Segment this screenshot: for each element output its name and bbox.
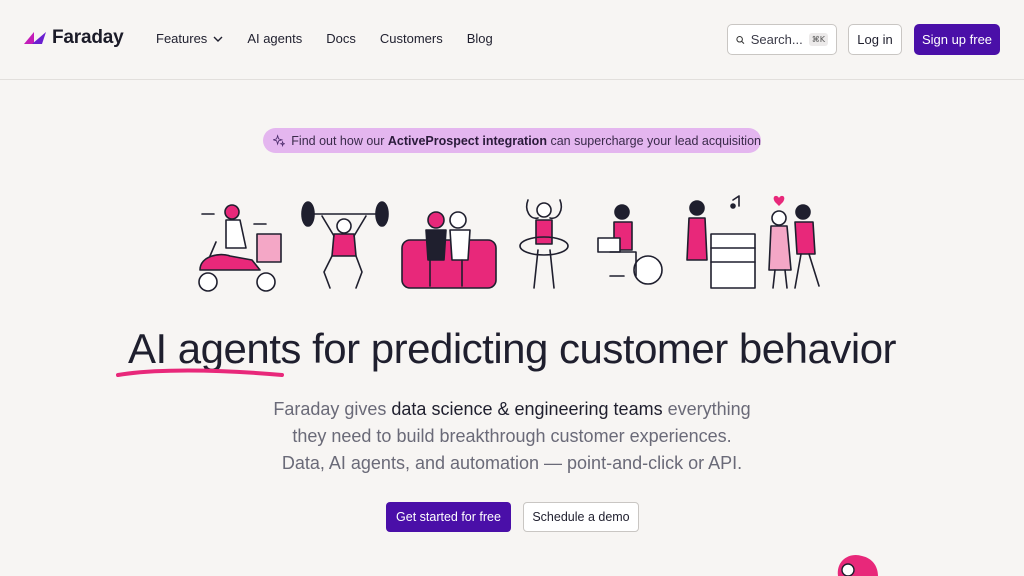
nav-item-ai-agents[interactable]: AI agents (247, 31, 302, 46)
login-button[interactable]: Log in (848, 24, 902, 55)
top-navigation: Faraday Features AI agents Docs Customer… (0, 0, 1024, 80)
brand[interactable]: Faraday (24, 27, 124, 49)
main-menu: Features AI agents Docs Customers Blog (156, 31, 493, 46)
search-icon (736, 35, 745, 44)
peeking-person-illustration (837, 554, 878, 576)
search-button[interactable]: Search... ⌘K (727, 24, 837, 55)
copier-illustration (686, 195, 756, 289)
brand-name: Faraday (52, 27, 124, 48)
hula-hoop-illustration (519, 199, 569, 289)
nav-item-label: Blog (466, 31, 493, 46)
nav-item-docs[interactable]: Docs (326, 31, 356, 46)
couple-couch-illustration (401, 211, 497, 289)
schedule-demo-button[interactable]: Schedule a demo (523, 502, 639, 532)
nav-item-label: Features (156, 31, 208, 46)
hero-description: Faraday gives data science & engineering… (273, 399, 751, 473)
scooter-rider-illustration (198, 204, 282, 292)
nav-item-label: Customers (379, 31, 443, 46)
dancing-couple-illustration (768, 195, 820, 289)
banner-highlight: ActiveProspect integration (387, 133, 547, 148)
faraday-logo-icon (24, 32, 46, 44)
sparkle-icon (273, 133, 286, 147)
announcement-banner[interactable]: Find out how our ActiveProspect integrat… (263, 128, 761, 153)
customer-illustrations (198, 195, 820, 292)
search-shortcut: ⌘K (808, 33, 828, 46)
nav-item-customers[interactable]: Customers (380, 31, 443, 46)
nav-item-label: AI agents (247, 31, 303, 46)
nav-item-features[interactable]: Features (156, 31, 223, 46)
search-label: Search... (750, 32, 803, 47)
weightlifter-illustration (301, 201, 389, 289)
chevron-down-icon (213, 36, 223, 42)
wheelchair-laptop-illustration (597, 204, 663, 285)
headline-underline-decoration (116, 368, 284, 377)
banner-text: Find out how our ActiveProspect integrat… (291, 133, 761, 148)
get-started-button[interactable]: Get started for free (386, 502, 511, 532)
nav-item-label: Docs (326, 31, 356, 46)
signup-button[interactable]: Sign up free (914, 24, 1000, 55)
nav-item-blog[interactable]: Blog (467, 31, 493, 46)
hero-description-highlight: data science & engineering teams (391, 399, 663, 419)
